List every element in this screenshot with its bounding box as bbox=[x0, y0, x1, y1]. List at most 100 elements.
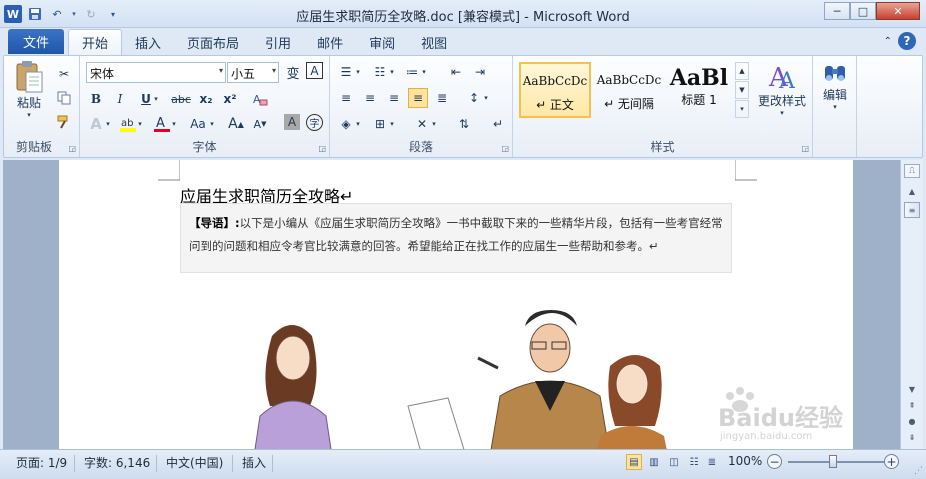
illustration-image[interactable] bbox=[180, 286, 732, 449]
scroll-down-icon[interactable]: ▼ bbox=[904, 382, 920, 396]
vertical-scrollbar[interactable]: ⎍ ▲ ≡ ▼ ⇞ ● ⇟ bbox=[900, 160, 923, 449]
styles-launcher-icon[interactable]: ◲ bbox=[801, 144, 809, 153]
borders-dropdown-icon[interactable]: ▾ bbox=[388, 114, 396, 134]
style-heading-1[interactable]: AaBl 标题 1 bbox=[667, 62, 731, 118]
shading-dropdown-icon[interactable]: ▾ bbox=[354, 114, 362, 134]
distributed-icon[interactable]: ≣ bbox=[432, 88, 452, 108]
show-marks-icon[interactable]: ↵ bbox=[488, 114, 508, 134]
text-effects-icon[interactable]: A bbox=[86, 114, 106, 134]
highlight-color-icon[interactable]: ab bbox=[118, 114, 138, 134]
next-page-icon[interactable]: ⇟ bbox=[904, 430, 920, 444]
justify-icon[interactable]: ≡ bbox=[408, 88, 428, 108]
scroll-thumb[interactable]: ≡ bbox=[904, 202, 920, 218]
align-left-icon[interactable]: ≡ bbox=[336, 88, 356, 108]
font-color-icon[interactable]: A bbox=[152, 114, 172, 134]
sort-icon[interactable]: ⇅ bbox=[454, 114, 474, 134]
scroll-up-icon[interactable]: ▲ bbox=[904, 184, 920, 198]
subscript-button[interactable]: x₂ bbox=[196, 89, 216, 109]
full-screen-reading-icon[interactable]: ▥ bbox=[646, 454, 662, 470]
intro-box[interactable]: 【导语】:以下是小编从《应届生求职简历全攻略》一书中截取下来的一些精华片段，包括… bbox=[180, 203, 732, 273]
paste-dropdown-icon[interactable]: ▾ bbox=[27, 111, 31, 119]
chinese-layout-dropdown-icon[interactable]: ▾ bbox=[430, 114, 438, 134]
draft-view-icon[interactable]: ≣ bbox=[704, 454, 720, 470]
font-launcher-icon[interactable]: ◲ bbox=[318, 144, 326, 153]
line-spacing-dropdown-icon[interactable]: ▾ bbox=[482, 88, 490, 108]
outline-view-icon[interactable]: ☷ bbox=[686, 454, 702, 470]
font-name-combo[interactable]: 宋体 ▾ bbox=[86, 62, 226, 83]
tab-review[interactable]: 审阅 bbox=[356, 29, 408, 55]
multilevel-list-icon[interactable]: ≔ bbox=[402, 62, 422, 82]
grow-font-icon[interactable]: A ▲ bbox=[226, 114, 246, 134]
tab-view[interactable]: 视图 bbox=[408, 29, 460, 55]
bullets-icon[interactable]: ☰ bbox=[336, 62, 356, 82]
clear-formatting-icon[interactable]: A bbox=[250, 89, 270, 109]
increase-indent-icon[interactable]: ⇥ bbox=[470, 62, 490, 82]
chinese-layout-icon[interactable]: ✕ bbox=[412, 114, 432, 134]
print-layout-view-icon[interactable]: ▤ bbox=[626, 454, 642, 470]
bold-button[interactable]: B bbox=[86, 89, 106, 109]
highlight-dropdown-icon[interactable]: ▾ bbox=[136, 114, 144, 134]
line-spacing-icon[interactable]: ↕ bbox=[464, 88, 484, 108]
change-case-button[interactable]: Aa bbox=[186, 114, 210, 134]
zoom-level[interactable]: 100% bbox=[728, 454, 762, 468]
shading-icon[interactable]: ◈ bbox=[336, 114, 356, 134]
zoom-slider-thumb[interactable] bbox=[829, 455, 837, 468]
bullets-dropdown-icon[interactable]: ▾ bbox=[354, 62, 362, 82]
borders-icon[interactable]: ⊞ bbox=[370, 114, 390, 134]
decrease-indent-icon[interactable]: ⇤ bbox=[446, 62, 466, 82]
tab-mailings[interactable]: 邮件 bbox=[304, 29, 356, 55]
strikethrough-button[interactable]: abc bbox=[168, 89, 194, 109]
insert-mode-indicator[interactable]: 插入 bbox=[242, 454, 266, 471]
character-border-button[interactable]: A bbox=[306, 62, 323, 79]
text-effects-dropdown-icon[interactable]: ▾ bbox=[104, 114, 112, 134]
align-right-icon[interactable]: ≡ bbox=[384, 88, 404, 108]
close-button[interactable]: ✕ bbox=[876, 2, 920, 20]
minimize-button[interactable]: ─ bbox=[824, 2, 850, 20]
multilevel-dropdown-icon[interactable]: ▾ bbox=[420, 62, 428, 82]
font-size-combo[interactable]: 小五 ▾ bbox=[227, 62, 279, 83]
font-color-dropdown-icon[interactable]: ▾ bbox=[170, 114, 178, 134]
change-styles-button[interactable]: A A 更改样式 ▾ bbox=[753, 60, 811, 117]
style-no-spacing[interactable]: AaBbCcDc ↵ 无间隔 bbox=[593, 62, 665, 118]
tab-home[interactable]: 开始 bbox=[68, 29, 123, 55]
paste-button[interactable]: 粘贴 ▾ bbox=[10, 60, 48, 119]
language-indicator[interactable]: 中文(中国) bbox=[166, 454, 223, 471]
superscript-button[interactable]: x² bbox=[220, 89, 240, 109]
browse-object-icon[interactable]: ● bbox=[904, 414, 920, 428]
style-normal[interactable]: AaBbCcDc ↵ 正文 bbox=[519, 62, 591, 118]
zoom-out-button[interactable]: − bbox=[767, 454, 782, 469]
format-painter-icon[interactable] bbox=[54, 112, 74, 132]
maximize-button[interactable]: □ bbox=[850, 2, 876, 20]
character-shading-button[interactable]: A bbox=[284, 114, 300, 130]
zoom-in-button[interactable]: + bbox=[884, 454, 899, 469]
ruler-toggle-icon[interactable]: ⎍ bbox=[904, 164, 920, 178]
tab-insert[interactable]: 插入 bbox=[122, 29, 174, 55]
page-count[interactable]: 页面: 1/9 bbox=[16, 454, 67, 471]
underline-dropdown-icon[interactable]: ▾ bbox=[152, 89, 160, 109]
align-center-icon[interactable]: ≡ bbox=[360, 88, 380, 108]
help-icon[interactable]: ? bbox=[898, 32, 916, 50]
numbering-icon[interactable]: ☷ bbox=[370, 62, 390, 82]
paragraph-launcher-icon[interactable]: ◲ bbox=[501, 144, 509, 153]
tab-file[interactable]: 文件 bbox=[8, 29, 64, 54]
styles-scroll-down-icon[interactable]: ▼ bbox=[735, 81, 749, 99]
enclose-characters-button[interactable]: 字 bbox=[306, 114, 323, 131]
pinyin-guide-button[interactable]: 变 bbox=[283, 62, 303, 82]
styles-more-icon[interactable]: ▾ bbox=[735, 100, 749, 118]
copy-icon[interactable] bbox=[54, 88, 74, 108]
shrink-font-icon[interactable]: A ▼ bbox=[250, 114, 270, 134]
clipboard-launcher-icon[interactable]: ◲ bbox=[68, 144, 76, 153]
change-case-dropdown-icon[interactable]: ▾ bbox=[208, 114, 216, 134]
italic-button[interactable]: I bbox=[110, 89, 130, 109]
resize-grip-icon[interactable]: ⋰ bbox=[914, 466, 923, 476]
tab-references[interactable]: 引用 bbox=[252, 29, 304, 55]
cut-icon[interactable]: ✂ bbox=[54, 64, 74, 84]
web-layout-icon[interactable]: ◫ bbox=[666, 454, 682, 470]
minimize-ribbon-icon[interactable]: ⌃ bbox=[884, 36, 892, 47]
tab-page-layout[interactable]: 页面布局 bbox=[174, 29, 252, 55]
editing-button[interactable]: 编辑 ▾ bbox=[817, 60, 853, 111]
previous-page-icon[interactable]: ⇞ bbox=[904, 398, 920, 412]
styles-scroll-up-icon[interactable]: ▲ bbox=[735, 62, 749, 80]
word-count[interactable]: 字数: 6,146 bbox=[84, 454, 150, 471]
numbering-dropdown-icon[interactable]: ▾ bbox=[388, 62, 396, 82]
